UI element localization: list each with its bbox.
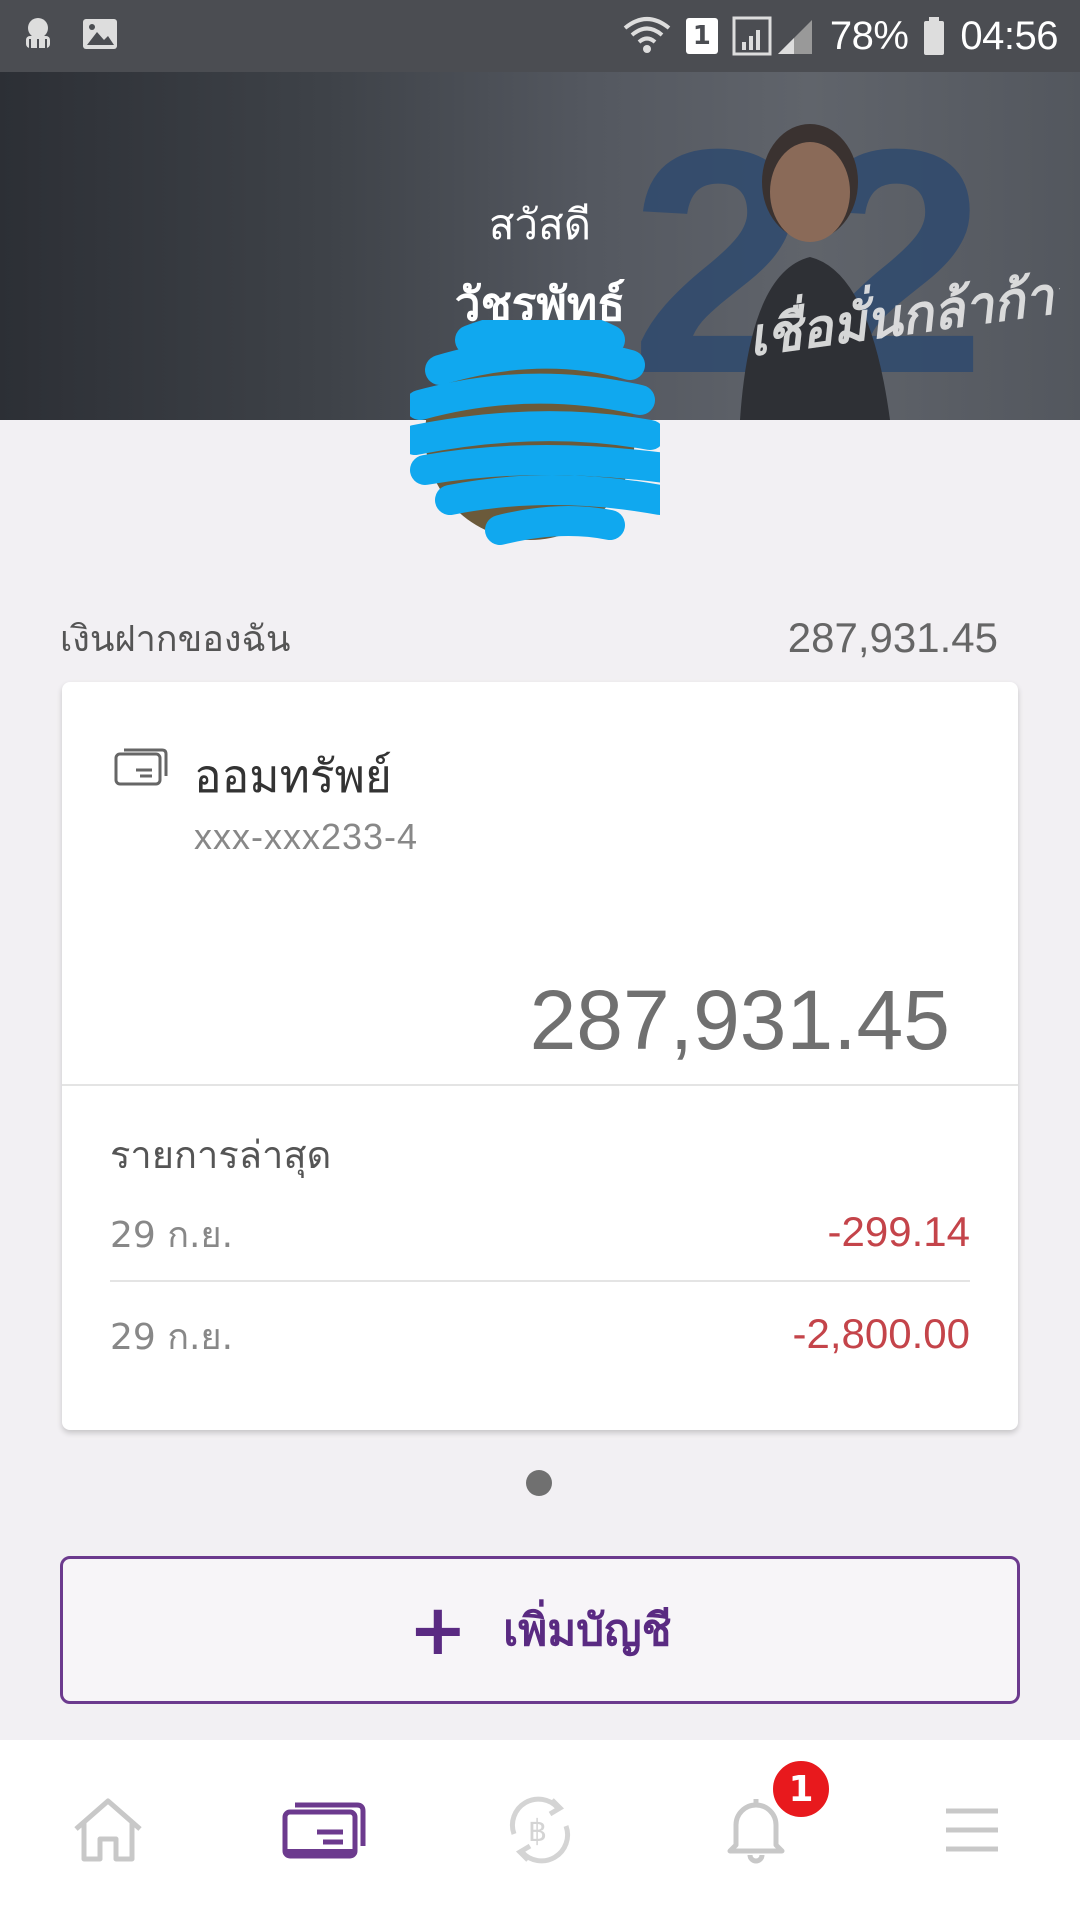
- nav-notifications[interactable]: [648, 1740, 864, 1920]
- battery-icon: [924, 17, 945, 55]
- account-type-name: ออมทรัพย์: [194, 749, 392, 803]
- greeting-text: สวัสดี: [488, 200, 592, 249]
- battery-percent: 78%: [829, 13, 909, 58]
- account-card-icon: [114, 748, 168, 786]
- svg-text:฿: ฿: [528, 1814, 547, 1849]
- transaction-date: 29 ก.ย.: [110, 1317, 234, 1358]
- my-deposits-total: 287,931.45: [787, 614, 998, 661]
- card-divider: [62, 1084, 1018, 1086]
- transaction-row[interactable]: 29 ก.ย. -299.14: [110, 1206, 970, 1266]
- transaction-divider: [110, 1280, 970, 1282]
- image-notification-icon: [83, 19, 117, 49]
- transaction-date: 29 ก.ย.: [110, 1215, 234, 1256]
- nav-menu[interactable]: [864, 1740, 1080, 1920]
- carousel-page-indicator[interactable]: [526, 1470, 552, 1496]
- transaction-amount: -299.14: [827, 1208, 970, 1255]
- my-deposits-label: เงินฝากของฉัน: [60, 619, 291, 660]
- nav-accounts[interactable]: [216, 1740, 432, 1920]
- plus-icon: +: [408, 1589, 468, 1671]
- redaction-scribble: [410, 320, 660, 545]
- nav-transfer[interactable]: ฿: [432, 1740, 648, 1920]
- add-account-button[interactable]: + เพิ่มบัญชี: [60, 1556, 1020, 1704]
- status-bar: 1 78% 04:56: [0, 0, 1080, 72]
- transfer-baht-icon: ฿: [509, 1796, 571, 1864]
- wifi-icon: [623, 17, 671, 53]
- nav-home[interactable]: [0, 1740, 216, 1920]
- account-balance: 287,931.45: [529, 973, 950, 1067]
- avatar[interactable]: [410, 320, 660, 550]
- status-right: 1 78% 04:56: [622, 10, 1058, 62]
- transaction-row[interactable]: 29 ก.ย. -2,800.00: [110, 1308, 970, 1368]
- account-number: xxx-xxx233-4: [194, 816, 419, 857]
- menu-icon: [946, 1808, 998, 1852]
- clock: 04:56: [960, 13, 1058, 58]
- bottom-navigation: ฿ 1: [0, 1740, 1080, 1920]
- accounts-card-icon: [282, 1802, 366, 1859]
- status-left: [18, 14, 120, 54]
- signal-icon: [732, 16, 812, 56]
- home-icon: [74, 1798, 142, 1862]
- notification-count-badge: 1: [770, 1758, 832, 1820]
- app-notification-icon: [26, 18, 50, 48]
- recent-transactions-title: รายการล่าสุด: [110, 1133, 332, 1177]
- savings-account-card[interactable]: ออมทรัพย์ xxx-xxx233-4 287,931.45 รายการ…: [62, 682, 1018, 1430]
- transaction-amount: -2,800.00: [792, 1310, 970, 1357]
- add-account-label: เพิ่มบัญชี: [503, 1605, 672, 1656]
- sim-slot-badge: 1: [685, 18, 718, 54]
